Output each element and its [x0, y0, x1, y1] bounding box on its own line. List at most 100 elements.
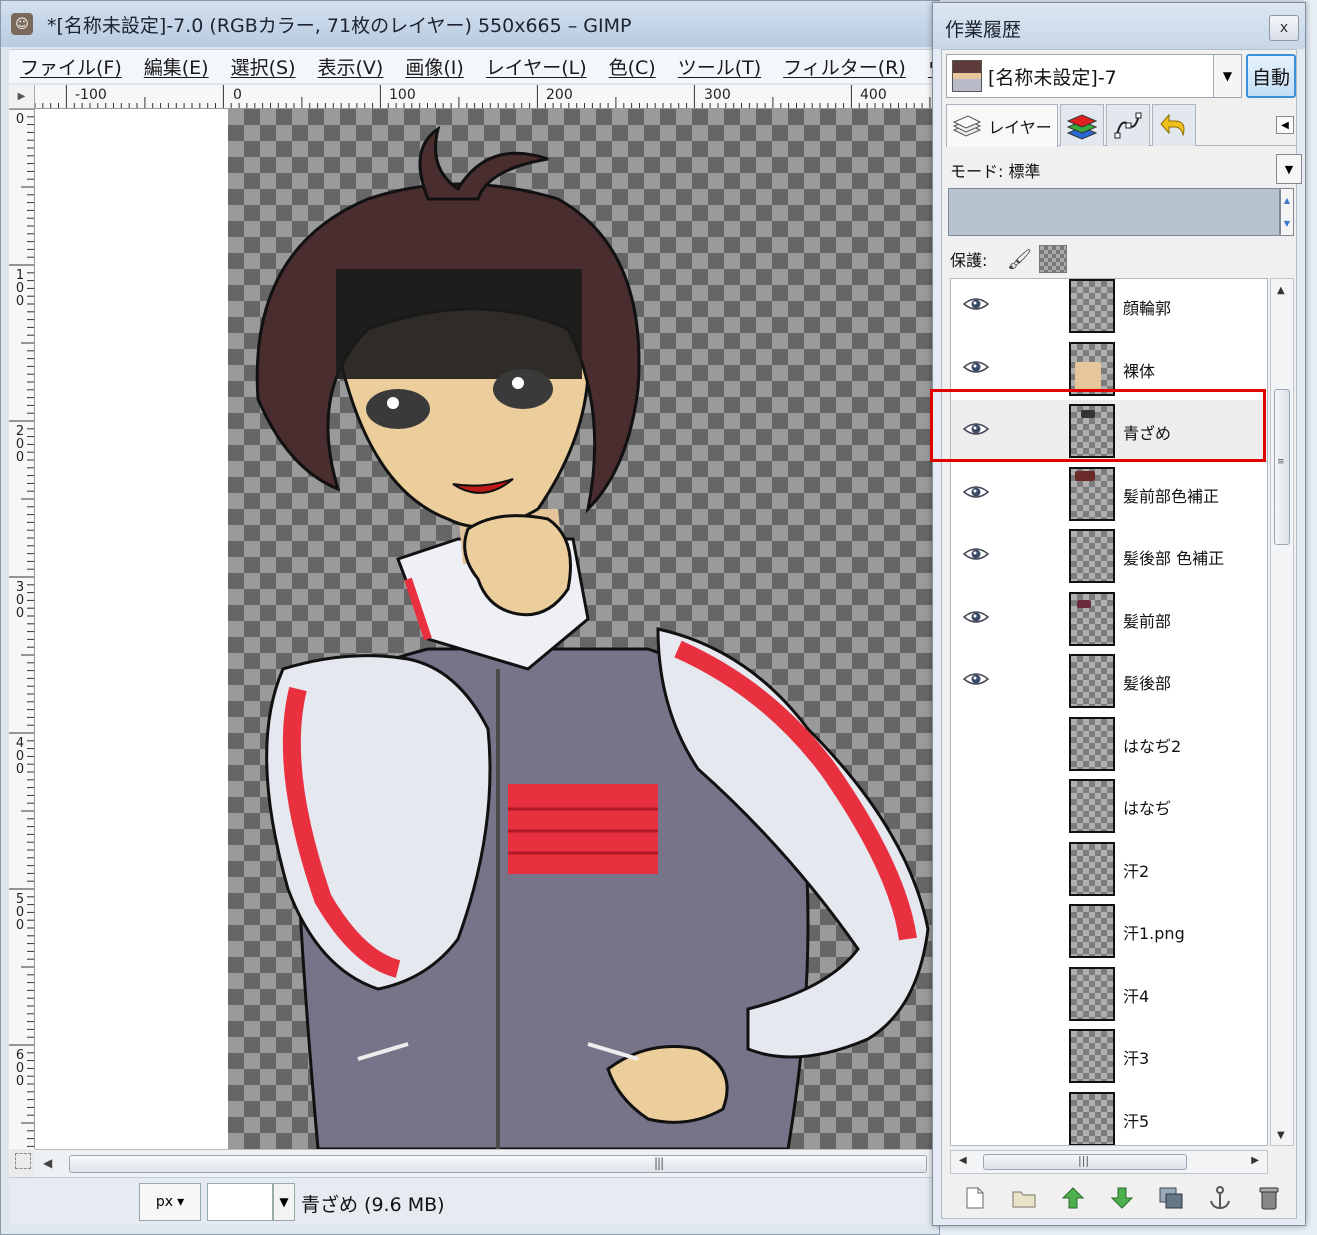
- layer-name[interactable]: はなぢ: [1123, 795, 1171, 819]
- layer-name[interactable]: 汗3: [1123, 1045, 1149, 1069]
- layer-row[interactable]: はなぢ2: [951, 713, 1267, 775]
- layer-row[interactable]: 顔輪郭: [951, 279, 1267, 337]
- menu-filters[interactable]: フィルター(R): [772, 53, 917, 80]
- duplicate-layer-button[interactable]: [1156, 1183, 1186, 1213]
- quick-mask-corner-button[interactable]: ▶: [9, 85, 35, 109]
- opacity-spin-button[interactable]: ▲ ▼: [1280, 188, 1294, 236]
- auto-button[interactable]: 自動: [1246, 54, 1296, 98]
- visibility-eye-icon[interactable]: [963, 920, 989, 938]
- unit-select[interactable]: px ▾: [139, 1183, 201, 1221]
- layers-horizontal-scroll-thumb[interactable]: |||: [983, 1154, 1187, 1170]
- layer-thumbnail[interactable]: [1069, 466, 1115, 521]
- layer-thumbnail[interactable]: [1069, 279, 1115, 333]
- visibility-eye-icon[interactable]: [962, 545, 990, 563]
- layer-name[interactable]: 汗5: [1123, 1108, 1149, 1132]
- visibility-eye-icon[interactable]: [963, 1108, 989, 1126]
- tab-paths[interactable]: [1106, 104, 1150, 146]
- layer-thumbnail[interactable]: [1069, 716, 1115, 771]
- vertical-ruler[interactable]: 0 100 200 300 400 500 600: [9, 109, 35, 1149]
- lock-pixels-brush-icon[interactable]: 🖌: [1007, 247, 1032, 271]
- menu-file[interactable]: ファイル(F): [9, 53, 133, 80]
- close-button[interactable]: x: [1269, 15, 1299, 41]
- image-canvas[interactable]: [228, 109, 933, 1149]
- menu-edit[interactable]: 編集(E): [133, 53, 220, 80]
- mode-dropdown-button[interactable]: ▼: [1276, 154, 1302, 184]
- zoom-input[interactable]: [207, 1183, 273, 1221]
- layer-name[interactable]: 裸体: [1123, 358, 1155, 382]
- layer-row[interactable]: 汗2: [951, 838, 1267, 900]
- layer-thumbnail[interactable]: [1069, 841, 1115, 896]
- layer-row[interactable]: 汗5: [951, 1088, 1267, 1145]
- zoom-dropdown-button[interactable]: ▼: [273, 1183, 295, 1221]
- tab-undo-history[interactable]: [1152, 104, 1196, 146]
- layer-thumbnail[interactable]: [1069, 1091, 1115, 1145]
- visibility-eye-icon[interactable]: [963, 733, 989, 751]
- navigate-icon[interactable]: [15, 1153, 31, 1169]
- layer-row[interactable]: 髪後部: [951, 650, 1267, 712]
- layer-name[interactable]: はなぢ2: [1123, 733, 1181, 757]
- lock-alpha-icon[interactable]: [1039, 245, 1068, 273]
- visibility-eye-icon[interactable]: [963, 1045, 989, 1063]
- layer-thumbnail[interactable]: [1069, 1029, 1115, 1083]
- horizontal-scroll-thumb[interactable]: |||: [69, 1155, 927, 1173]
- spin-down-icon[interactable]: ▼: [1284, 219, 1290, 228]
- layer-name[interactable]: 髪後部 色補正: [1123, 545, 1224, 569]
- layer-name[interactable]: 汗1.png: [1123, 920, 1185, 944]
- scroll-left-arrow-icon[interactable]: ◀: [43, 1156, 52, 1170]
- layer-thumbnail[interactable]: [1069, 529, 1115, 583]
- menu-layer[interactable]: レイヤー(L): [475, 53, 598, 80]
- new-layer-group-button[interactable]: [1009, 1183, 1039, 1213]
- visibility-eye-icon[interactable]: [962, 483, 990, 501]
- layer-row[interactable]: 汗4: [951, 963, 1267, 1025]
- horizontal-ruler[interactable]: -100 0 100 200 300 400: [35, 85, 933, 109]
- layer-row[interactable]: 汗1.png: [951, 900, 1267, 962]
- dock-title-bar[interactable]: 作業履歴 x: [933, 3, 1305, 49]
- menu-colors[interactable]: 色(C): [598, 53, 667, 80]
- lower-layer-button[interactable]: [1107, 1183, 1137, 1213]
- visibility-eye-icon[interactable]: [963, 983, 989, 1001]
- menu-view[interactable]: 表示(V): [307, 53, 395, 80]
- opacity-slider[interactable]: [948, 188, 1280, 236]
- layer-name[interactable]: 汗4: [1123, 983, 1149, 1007]
- delete-layer-button[interactable]: [1254, 1183, 1284, 1213]
- menu-select[interactable]: 選択(S): [220, 53, 307, 80]
- layer-thumbnail[interactable]: [1069, 966, 1115, 1021]
- scroll-right-arrow-icon[interactable]: ▶: [1251, 1155, 1259, 1166]
- layer-row[interactable]: 汗3: [951, 1025, 1267, 1087]
- layer-name[interactable]: 髪前部: [1123, 608, 1171, 632]
- layer-row[interactable]: 髪前部色補正: [951, 463, 1267, 525]
- image-viewport[interactable]: [35, 109, 933, 1149]
- visibility-eye-icon[interactable]: [962, 358, 990, 376]
- layer-name[interactable]: 髪後部: [1123, 670, 1171, 694]
- visibility-eye-icon[interactable]: [962, 295, 990, 313]
- layer-row[interactable]: はなぢ: [951, 775, 1267, 837]
- layer-name[interactable]: 顔輪郭: [1123, 295, 1171, 319]
- menu-image[interactable]: 画像(I): [394, 53, 474, 80]
- tab-channels[interactable]: [1060, 104, 1104, 146]
- menu-tools[interactable]: ツール(T): [667, 53, 772, 80]
- chevron-down-icon[interactable]: ▼: [1213, 55, 1241, 97]
- layer-name[interactable]: 汗2: [1123, 858, 1149, 882]
- layers-vertical-scrollbar[interactable]: ▲ ≡ ▼: [1270, 278, 1294, 1146]
- tab-layers[interactable]: レイヤー: [946, 104, 1058, 147]
- layer-row[interactable]: 髪後部 色補正: [951, 525, 1267, 587]
- tab-menu-icon[interactable]: ◀: [1276, 116, 1294, 134]
- layer-row[interactable]: 髪前部: [951, 588, 1267, 650]
- scroll-up-arrow-icon[interactable]: ▲: [1277, 285, 1285, 296]
- layers-vertical-scroll-thumb[interactable]: ≡: [1274, 389, 1290, 545]
- raise-layer-button[interactable]: [1058, 1183, 1088, 1213]
- layer-name[interactable]: 髪前部色補正: [1123, 483, 1219, 507]
- new-layer-button[interactable]: [960, 1183, 990, 1213]
- layer-thumbnail[interactable]: [1069, 654, 1115, 708]
- scroll-down-arrow-icon[interactable]: ▼: [1277, 1130, 1285, 1141]
- visibility-eye-icon[interactable]: [962, 608, 990, 626]
- visibility-eye-icon[interactable]: [963, 858, 989, 876]
- horizontal-scrollbar[interactable]: ◀ |||: [35, 1149, 933, 1177]
- layer-thumbnail[interactable]: [1069, 904, 1115, 958]
- scroll-left-arrow-icon[interactable]: ◀: [959, 1155, 967, 1166]
- visibility-eye-icon[interactable]: [962, 670, 990, 688]
- anchor-layer-button[interactable]: [1205, 1183, 1235, 1213]
- layer-thumbnail[interactable]: [1069, 779, 1115, 833]
- visibility-eye-icon[interactable]: [963, 795, 989, 813]
- image-selector[interactable]: [名称未設定]-7 ▼: [946, 54, 1242, 98]
